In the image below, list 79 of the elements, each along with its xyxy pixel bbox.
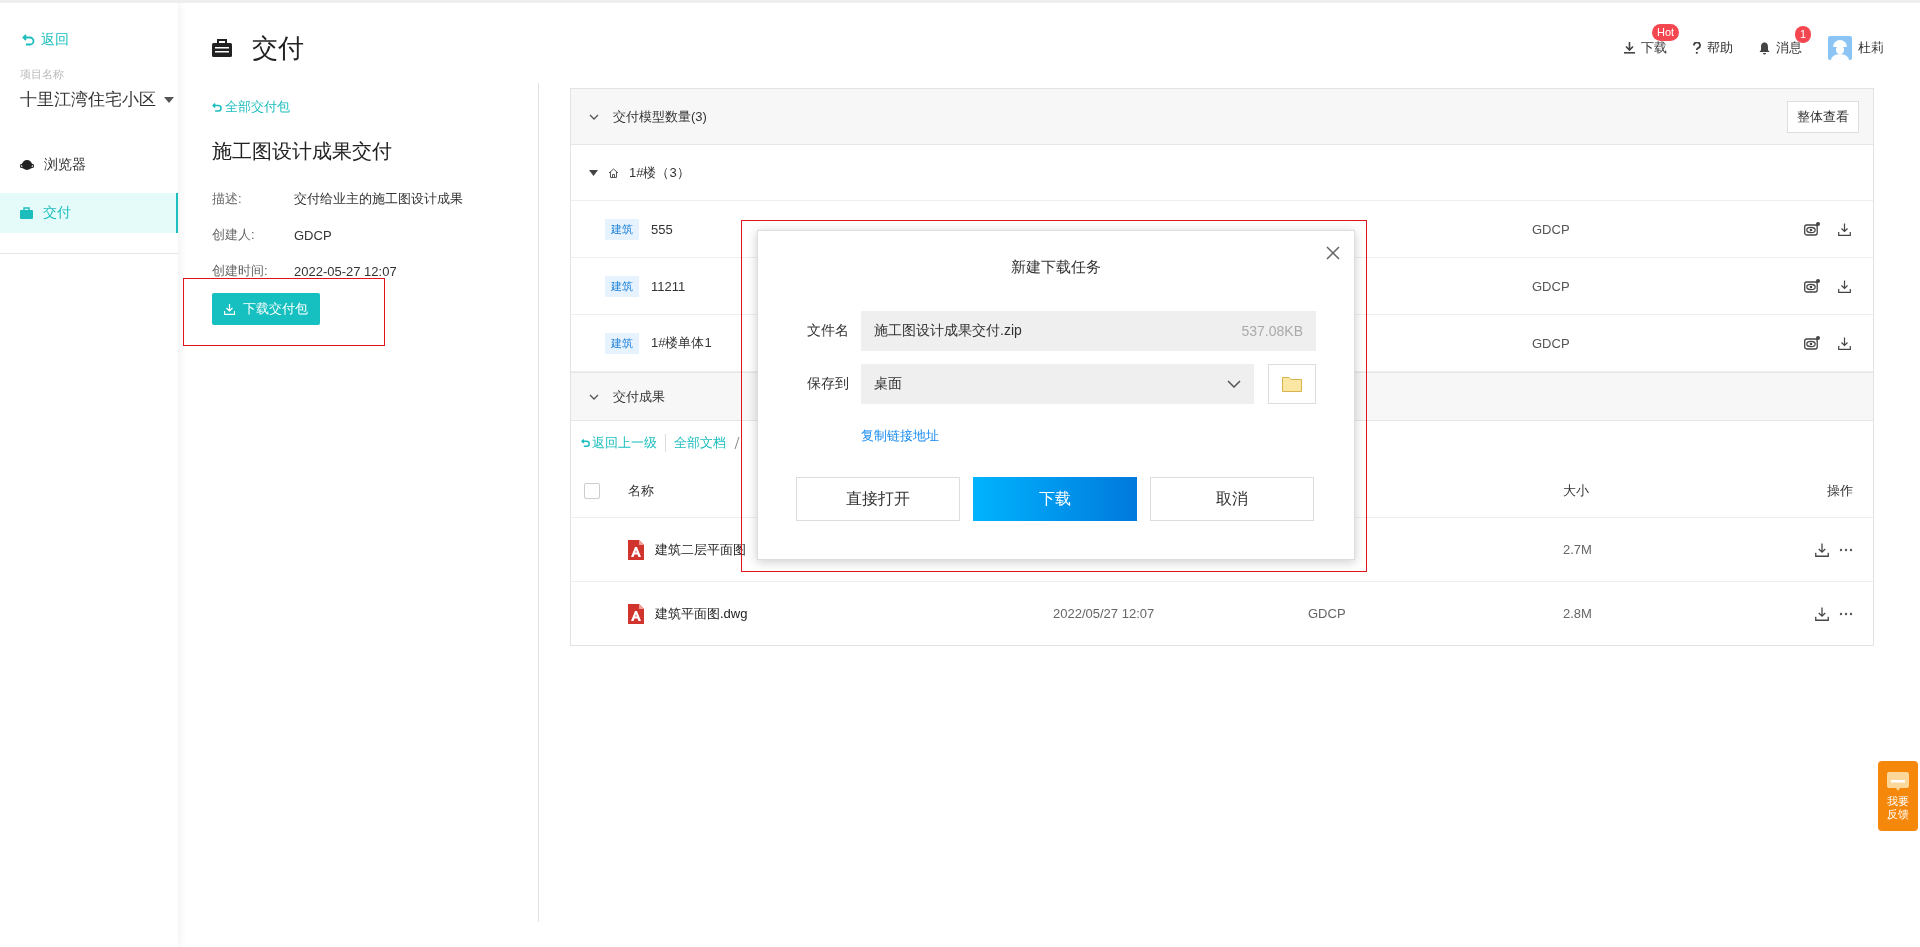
dialog-button[interactable]: 直接打开 <box>796 477 960 521</box>
download-button[interactable]: 下载 <box>1624 39 1667 57</box>
badge: 1 <box>1795 26 1812 43</box>
field-label: 文件名 <box>806 322 849 340</box>
folder-icon <box>1282 376 1302 392</box>
field-label: 创建时间: <box>212 262 269 280</box>
checkbox[interactable] <box>584 483 600 499</box>
section-title: 交付成果 <box>613 387 665 406</box>
help-icon <box>1693 42 1701 54</box>
column-header: 大小 <box>1563 482 1589 500</box>
house-icon <box>608 167 619 178</box>
badge: Hot <box>1652 24 1680 41</box>
return-icon <box>212 101 223 113</box>
chevron-icon[interactable] <box>589 393 599 400</box>
download-icon <box>1624 42 1635 54</box>
planet-icon <box>20 159 34 171</box>
return-icon <box>22 33 36 47</box>
dialog-title: 新建下载任务 <box>1010 258 1102 277</box>
more-icon[interactable] <box>1839 547 1853 552</box>
eye-icon[interactable] <box>1804 222 1820 236</box>
nav-item[interactable]: 浏览器 <box>0 145 178 185</box>
chevron-icon <box>1227 380 1241 388</box>
copy-link[interactable]: 复制链接地址 <box>861 427 939 445</box>
creator-cell-text: GDCP <box>1532 335 1571 351</box>
project-selector[interactable]: 十里江湾住宅小区 <box>20 88 178 111</box>
tag: 建筑 <box>605 332 639 354</box>
file-icon <box>628 539 644 560</box>
field-value: 2022-05-27 12:07 <box>294 263 397 279</box>
caret-icon <box>164 96 174 103</box>
column-header: 名称 <box>628 482 654 500</box>
caret-icon[interactable] <box>589 169 598 176</box>
field-label: 保存到 <box>806 375 849 393</box>
tag: 建筑 <box>605 275 639 297</box>
chevron-icon[interactable] <box>589 113 599 120</box>
creator-cell-text: GDCP <box>1532 221 1571 237</box>
separator-icon <box>734 437 740 449</box>
model-name[interactable]: 555 <box>651 221 673 237</box>
model-name[interactable]: 1#楼单体1 <box>651 334 712 352</box>
creator-cell: GDCP <box>1308 606 1346 621</box>
dialog-button[interactable]: 取消 <box>1150 477 1314 521</box>
field-value: 交付给业主的施工图设计成果 <box>294 190 463 208</box>
column-header: 操作 <box>1827 482 1853 500</box>
field-value: GDCP <box>294 227 332 243</box>
return-icon <box>581 438 591 448</box>
page-title: 交付 <box>212 30 304 66</box>
size-cell: 2.7M <box>1563 542 1592 557</box>
chat-icon <box>1887 772 1909 793</box>
group-name: 1#楼（3） <box>629 163 690 182</box>
date-cell: 2022/05/27 12:07 <box>1053 606 1155 621</box>
user-menu[interactable]: 杜莉 <box>1828 36 1884 60</box>
file-name-field[interactable]: 施工图设计成果交付.zip 537.08KB <box>861 311 1316 351</box>
bell-icon <box>1759 41 1770 55</box>
download-icon[interactable] <box>1815 606 1829 621</box>
file-name[interactable]: 建筑平面图.dwg <box>655 604 748 623</box>
download-icon <box>224 303 235 315</box>
close-icon[interactable] <box>1326 246 1340 260</box>
section-title: 交付模型数量(3) <box>613 107 707 126</box>
tag: 建筑 <box>605 218 639 240</box>
briefcase-icon <box>20 207 33 219</box>
download-icon[interactable] <box>1838 222 1851 236</box>
creator-cell-text: GDCP <box>1532 278 1571 294</box>
eye-icon[interactable] <box>1804 336 1820 350</box>
download-icon[interactable] <box>1838 279 1851 293</box>
eye-icon[interactable] <box>1804 279 1820 293</box>
download-icon[interactable] <box>1838 336 1851 350</box>
package-title: 施工图设计成果交付 <box>212 139 393 164</box>
download-icon[interactable] <box>1815 542 1829 557</box>
save-location-dropdown[interactable]: 桌面 <box>861 364 1254 404</box>
size-cell: 2.8M <box>1563 606 1592 621</box>
model-name[interactable]: 11211 <box>651 278 686 294</box>
help-button[interactable]: 帮助 <box>1693 39 1733 57</box>
project-label: 项目名称 <box>20 67 65 82</box>
field-label: 描述: <box>212 190 243 208</box>
avatar-icon <box>1828 36 1852 60</box>
view-all-button[interactable]: 整体查看 <box>1787 100 1859 133</box>
file-icon <box>628 603 644 624</box>
more-icon[interactable] <box>1839 611 1853 616</box>
briefcase-icon <box>212 39 232 57</box>
field-label: 创建人: <box>212 226 256 244</box>
